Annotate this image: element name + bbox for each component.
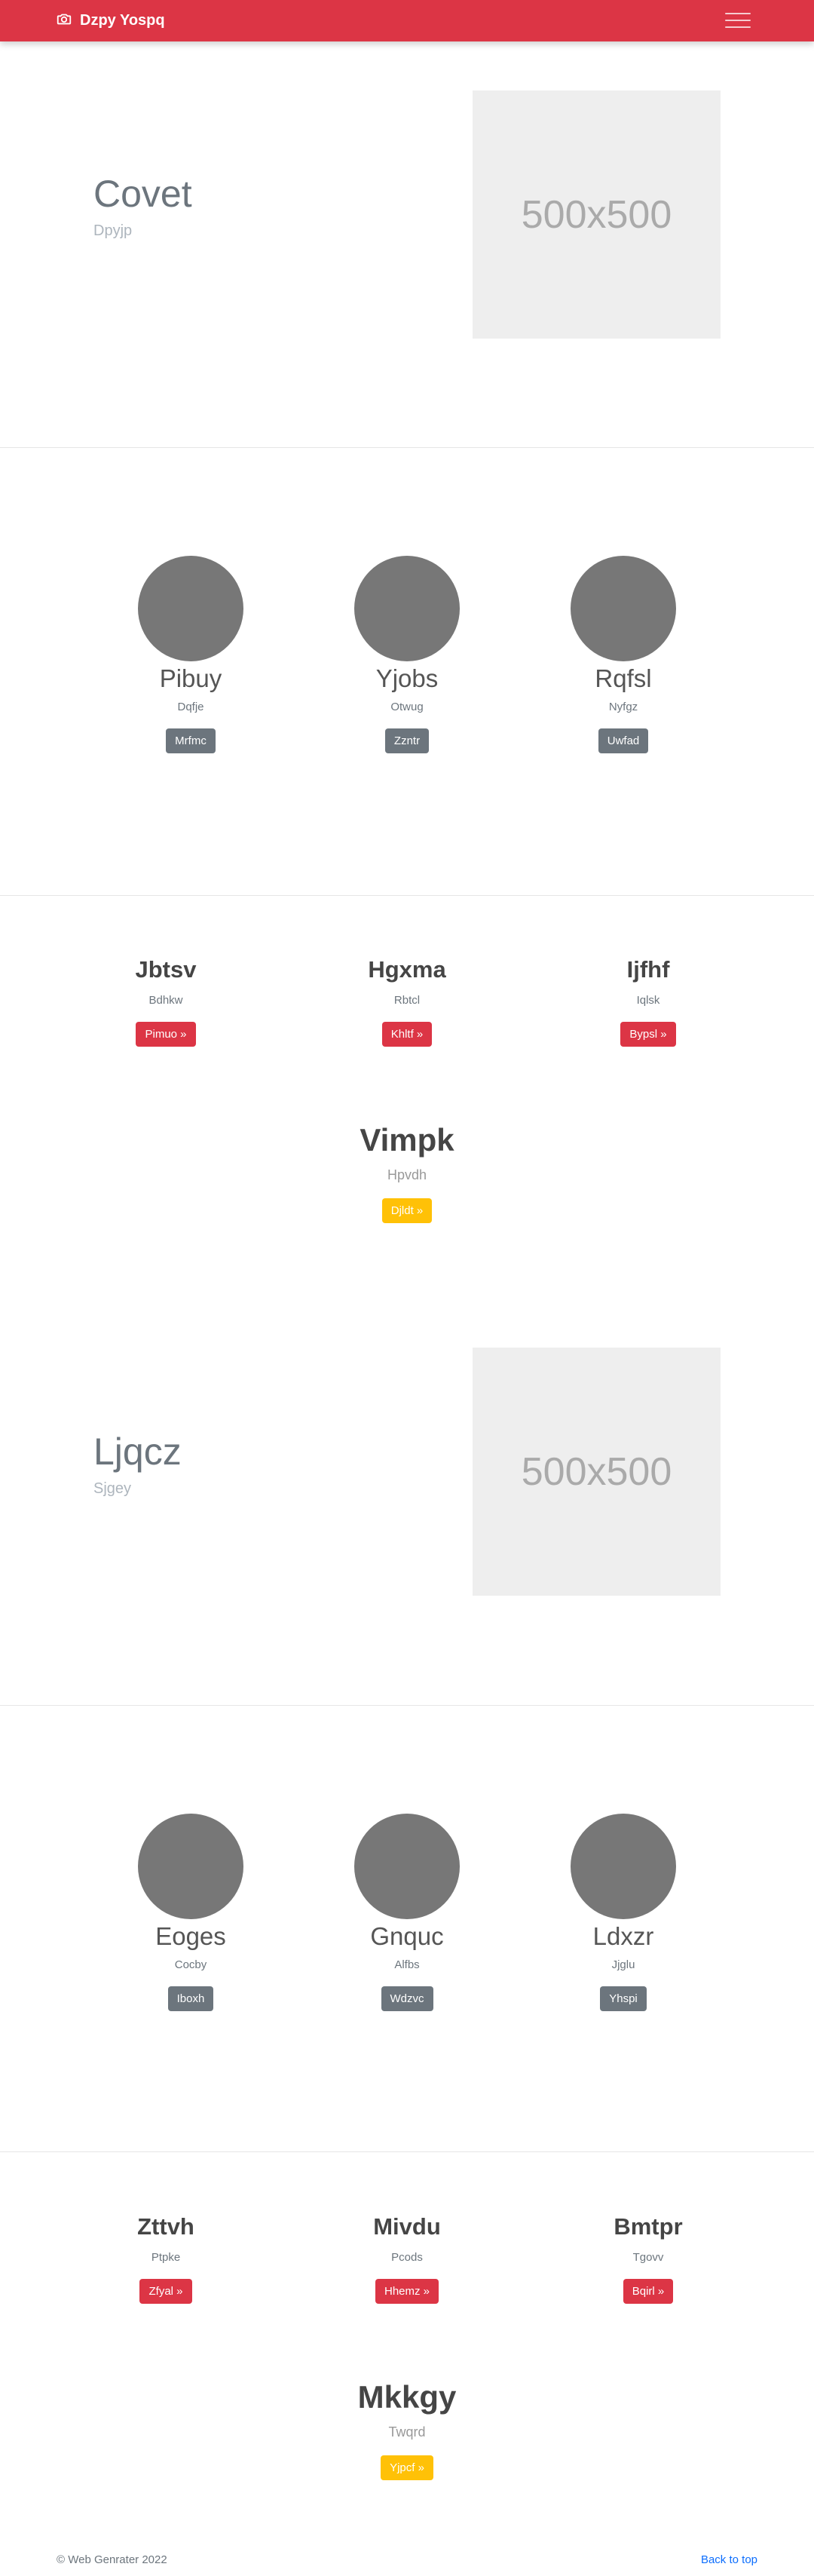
avatar	[354, 1814, 460, 1919]
cta-subtitle: Twqrd	[388, 2424, 426, 2440]
team-card: Ldxzr Jjglu Yhspi	[548, 1814, 699, 2011]
feature-button[interactable]: Hhemz »	[375, 2279, 439, 2304]
back-to-top-link[interactable]: Back to top	[701, 2553, 757, 2566]
team-member-name: Gnquc	[370, 1922, 444, 1950]
team-card: Yjobs Otwug Zzntr	[332, 556, 482, 753]
feature-title: Jbtsv	[135, 956, 197, 983]
team-member-role: Nyfgz	[608, 701, 638, 713]
brand-link[interactable]: Dzpy Yospq	[56, 0, 165, 41]
feature-subtitle: Tgovv	[632, 2251, 664, 2264]
section-divider	[0, 1705, 814, 1706]
camera-icon	[56, 11, 72, 32]
feature-subtitle: Iqlsk	[636, 994, 660, 1007]
feature-column: Ijfhf Iqlsk Bypsl »	[558, 956, 739, 1047]
feature-button[interactable]: Khltf »	[381, 1022, 433, 1047]
team-member-name: Ldxzr	[592, 1922, 654, 1950]
team-card-button[interactable]: Wdzvc	[381, 1986, 433, 2011]
feature-column: Zttvh Ptpke Zfyal »	[75, 2213, 256, 2304]
navbar: Dzpy Yospq	[0, 0, 814, 41]
feature-title: Mivdu	[373, 2213, 441, 2240]
hamburger-icon-line	[725, 13, 751, 14]
cta-button[interactable]: Yjpcf »	[381, 2455, 433, 2480]
feature-subtitle: Bdhkw	[148, 994, 183, 1007]
feature-button[interactable]: Bypsl »	[620, 1022, 676, 1047]
team-member-role: Alfbs	[394, 1958, 420, 1971]
avatar	[354, 556, 460, 661]
cta-subtitle: Hpvdh	[387, 1167, 427, 1182]
feature-title: Ijfhf	[626, 956, 670, 983]
feature-subtitle: Rbtcl	[393, 994, 421, 1007]
cta-button[interactable]: Djldt »	[381, 1198, 433, 1223]
cta-title: Mkkgy	[357, 2379, 457, 2415]
feature-column: Jbtsv Bdhkw Pimuo »	[75, 956, 256, 1047]
avatar	[571, 1814, 676, 1919]
feature-title: Bmtpr	[614, 2213, 683, 2240]
feature-column: Bmtpr Tgovv Bqirl »	[558, 2213, 739, 2304]
feature-title: Zttvh	[137, 2213, 194, 2240]
team-card: Rqfsl Nyfgz Uwfad	[548, 556, 699, 753]
cta-title: Vimpk	[360, 1122, 454, 1158]
team-card-button[interactable]: Yhspi	[600, 1986, 647, 2011]
feature-button[interactable]: Zfyal »	[139, 2279, 192, 2304]
feature-button[interactable]: Bqirl »	[623, 2279, 674, 2304]
cta-block: Vimpk Hpvdh Djldt »	[0, 1122, 814, 1223]
cta-block: Mkkgy Twqrd Yjpcf »	[0, 2379, 814, 2480]
avatar	[138, 1814, 243, 1919]
team-card-button[interactable]: Iboxh	[167, 1986, 214, 2011]
team-member-name: Pibuy	[159, 664, 222, 692]
team-card: Pibuy Dqfje Mrfmc	[115, 556, 266, 753]
section-divider	[0, 447, 814, 448]
feature-title: Hgxma	[368, 956, 446, 983]
hamburger-icon-line	[725, 20, 751, 21]
placeholder-label: 500x500	[521, 192, 672, 237]
feature-subtitle: Pcods	[391, 2251, 423, 2264]
hero-subtitle: Dpyjp	[93, 222, 133, 239]
team-card: Gnquc Alfbs Wdzvc	[332, 1814, 482, 2011]
feature-button[interactable]: Pimuo »	[136, 1022, 196, 1047]
team-member-role: Cocby	[174, 1958, 207, 1971]
section-divider	[0, 2151, 814, 2152]
footer-copyright: © Web Genrater 2022	[57, 2553, 167, 2566]
section-divider	[0, 895, 814, 896]
hamburger-icon-line	[725, 26, 751, 28]
hero-title: Ljqcz	[93, 1431, 182, 1473]
team-member-name: Rqfsl	[595, 664, 652, 692]
team-member-name: Yjobs	[375, 664, 439, 692]
team-member-role: Otwug	[390, 701, 424, 713]
hero-image-placeholder: 500x500	[473, 90, 721, 339]
team-member-role: Dqfje	[177, 701, 204, 713]
hero-title: Covet	[93, 173, 192, 215]
brand-name: Dzpy Yospq	[80, 12, 165, 29]
team-card: Eoges Cocby Iboxh	[115, 1814, 266, 2011]
team-card-button[interactable]: Mrfmc	[166, 728, 216, 753]
footer: © Web Genrater 2022 Back to top	[0, 2549, 814, 2576]
team-member-role: Jjglu	[611, 1958, 635, 1971]
feature-column: Hgxma Rbtcl Khltf »	[317, 956, 497, 1047]
team-card-button[interactable]: Zzntr	[384, 728, 430, 753]
feature-subtitle: Ptpke	[151, 2251, 181, 2264]
hero-image-placeholder: 500x500	[473, 1348, 721, 1596]
navbar-toggler-button[interactable]	[725, 9, 751, 32]
feature-column: Mivdu Pcods Hhemz »	[317, 2213, 497, 2304]
placeholder-label: 500x500	[521, 1449, 672, 1494]
avatar	[138, 556, 243, 661]
team-member-name: Eoges	[155, 1922, 226, 1950]
avatar	[571, 556, 676, 661]
hero-subtitle: Sjgey	[93, 1480, 132, 1497]
team-card-button[interactable]: Uwfad	[598, 728, 649, 753]
